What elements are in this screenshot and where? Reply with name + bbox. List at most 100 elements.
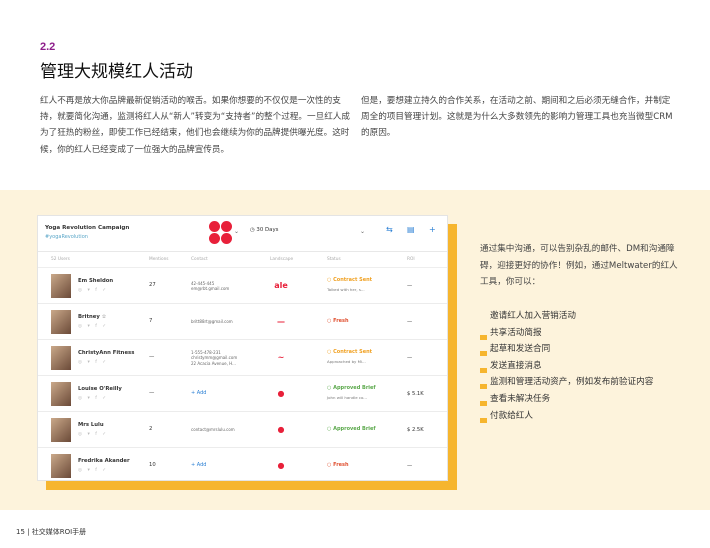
status-badge[interactable]: ○ Approved Brief — [327, 385, 376, 391]
section-number: 2.2 — [40, 41, 56, 53]
side-intro: 通过集中沟通，可以告别杂乱的邮件、DM和沟通障碍，迎接更好的协作！例如，通过Me… — [480, 244, 678, 287]
roi-value: — — [407, 319, 413, 325]
list-item: 邀请红人加入营销活动 — [480, 308, 653, 325]
mentions-count: 2 — [149, 426, 153, 432]
brand-logo-icon: ● — [277, 461, 285, 470]
contact-info: christymm@gmail.com — [191, 355, 238, 361]
share-icon[interactable]: ⇆ — [386, 225, 393, 234]
status-label: Approved Brief — [333, 385, 376, 391]
status-badge[interactable]: ○ Contract Sent — [327, 349, 372, 355]
column-header[interactable]: Mentions — [149, 257, 169, 262]
document-icon[interactable]: ▤ — [407, 225, 415, 234]
list-item: 查看未解决任务 — [480, 391, 653, 408]
brand-logo-icon: — — [277, 317, 285, 326]
date-range-label: 30 Days — [256, 227, 279, 233]
avatar[interactable] — [51, 310, 71, 334]
list-item-label: 邀请红人加入营销活动 — [490, 311, 576, 321]
avatar[interactable] — [51, 382, 71, 406]
status-note: John will handle co... — [327, 395, 368, 400]
table-row[interactable]: Fredrika Akander ◎ ▾ f ✓ 10 + Add ● ○ Fresh — — [38, 448, 447, 480]
bullet-icon — [480, 417, 487, 423]
chevron-down-icon[interactable]: ⌄ — [234, 228, 239, 235]
bullet-icon — [480, 367, 487, 373]
status-badge[interactable]: ○ Fresh — [327, 462, 349, 468]
list-item: 共享活动简报 — [480, 325, 653, 342]
brand-logo-icon: ale — [274, 281, 288, 290]
table-row[interactable]: Louise O'Reilly ◎ ▾ f ✓ — + Add ● ○ Approved … — [38, 376, 447, 412]
status-label: Fresh — [333, 462, 349, 468]
contact-info: 22 Acacia Avenue, H... — [191, 360, 236, 366]
feature-list: 邀请红人加入营销活动 共享活动简报 起草和发送合同 发送直接消息监测和管理活动资产，例… — [480, 308, 653, 424]
roi-value: — — [407, 283, 413, 289]
list-item: 发送直接消息 — [480, 358, 653, 375]
contact-info: em@rbt.gmail.com — [191, 286, 230, 292]
roi-value: $ 2.5K — [407, 427, 424, 433]
bullet-icon — [480, 351, 487, 357]
status-badge[interactable]: ○ Fresh — [327, 318, 349, 324]
influencer-name[interactable]: Mrs Lulu — [78, 422, 104, 428]
status-badge[interactable]: ○ Approved Brief — [327, 426, 376, 432]
avatar[interactable] — [51, 418, 71, 442]
status-badge[interactable]: ○ Contract Sent — [327, 277, 372, 283]
list-item-label: 起草和发送合同 — [490, 344, 551, 355]
chevron-down-icon[interactable]: ⌄ — [360, 228, 365, 235]
mentions-count: — — [149, 354, 155, 360]
table-row[interactable]: ChristyAnn Fitness ◎ ▾ f ✓ — 1-555-478-231 c… — [38, 340, 447, 376]
avatar[interactable] — [51, 346, 71, 370]
status-label: Approved Brief — [333, 426, 376, 432]
contact-info[interactable]: + Add — [191, 390, 206, 396]
status-note: Approached by Mi... — [327, 359, 366, 364]
mentions-count: 7 — [149, 318, 153, 324]
avatar[interactable] — [51, 274, 71, 298]
brand-logo-icon[interactable] — [209, 221, 232, 244]
avatar[interactable] — [51, 454, 71, 478]
table-row[interactable]: Mrs Lulu ◎ ▾ f ✓ 2 contact@mrslulu.com ● ○ Ap… — [38, 412, 447, 448]
influencer-name[interactable]: Em Sheldon — [78, 278, 113, 284]
brand-logo-icon: ● — [277, 389, 285, 398]
body-right-paragraph: 但是，要想建立持久的合作关系，在活动之前、期间和之后必须无缝合作，并制定周全的项… — [361, 96, 673, 139]
status-label: Contract Sent — [333, 349, 373, 355]
social-icons[interactable]: ◎ ▾ f ✓ — [78, 360, 108, 365]
roi-value: — — [407, 355, 413, 361]
mentions-count: 27 — [149, 282, 156, 288]
brand-logo-icon: ~ — [277, 353, 285, 362]
campaign-title: Yoga Revolution Campaign — [45, 225, 130, 231]
add-icon[interactable]: + — [429, 225, 436, 234]
contact-info: 1-555-478-231 — [191, 349, 221, 355]
list-item-label: 共享活动简报 — [490, 327, 542, 338]
influencer-name[interactable]: Fredrika Akander — [78, 458, 130, 464]
page-footer: 15 | 社交媒体ROI手册 — [16, 528, 87, 536]
table-row[interactable]: Em Sheldon ◎ ▾ f ✓ 27 42-445-445 em@rbt.gmai… — [38, 268, 447, 304]
mentions-count: — — [149, 390, 155, 396]
date-range-selector[interactable]: ◷ 30 Days — [250, 227, 278, 233]
social-icons[interactable]: ◎ ▾ f ✓ — [78, 396, 108, 401]
campaign-hashtag[interactable]: #yogaRevolution — [45, 234, 88, 240]
list-item-label: 付款给红人 — [490, 410, 533, 421]
roi-value: — — [407, 463, 413, 469]
table-header: 52 Users Mentions Contact Landscape Stat… — [38, 252, 447, 268]
contact-info[interactable]: + Add — [191, 462, 206, 468]
list-item-label: 发送直接消息 — [490, 360, 542, 371]
brand-logo-icon: ● — [277, 425, 285, 434]
column-header[interactable]: Status — [327, 257, 341, 262]
column-header[interactable]: 52 Users — [51, 257, 70, 262]
social-icons[interactable]: ◎ ▾ f ✓ — [78, 288, 108, 293]
social-icons[interactable]: ◎ ▾ f ✓ — [78, 324, 108, 329]
column-header[interactable]: ROI — [407, 257, 415, 262]
influencer-name[interactable]: Britney ☆ — [78, 314, 106, 320]
social-icons[interactable]: ◎ ▾ f ✓ — [78, 432, 108, 437]
app-screenshot-card: Yoga Revolution Campaign #yogaRevolution… — [37, 215, 448, 481]
influencer-name[interactable]: Louise O'Reilly — [78, 386, 122, 392]
contact-info: 42-445-445 — [191, 280, 215, 286]
table-row[interactable]: Britney ☆ ◎ ▾ f ✓ 7 britt88rt@gmail.com — ○ F… — [38, 304, 447, 340]
list-item: 付款给红人 — [480, 408, 653, 425]
column-header[interactable]: Landscape — [270, 257, 293, 262]
column-header[interactable]: Contact — [191, 257, 208, 262]
bullet-icon — [480, 400, 487, 406]
contact-info: contact@mrslulu.com — [191, 427, 235, 433]
section-title: 管理大规模红人活动 — [40, 62, 193, 82]
influencer-name[interactable]: ChristyAnn Fitness — [78, 350, 134, 356]
status-label: Contract Sent — [333, 277, 373, 283]
social-icons[interactable]: ◎ ▾ f ✓ — [78, 468, 108, 473]
list-item-label: 监测和管理活动资产，例如发布前验证内容 — [490, 377, 654, 388]
